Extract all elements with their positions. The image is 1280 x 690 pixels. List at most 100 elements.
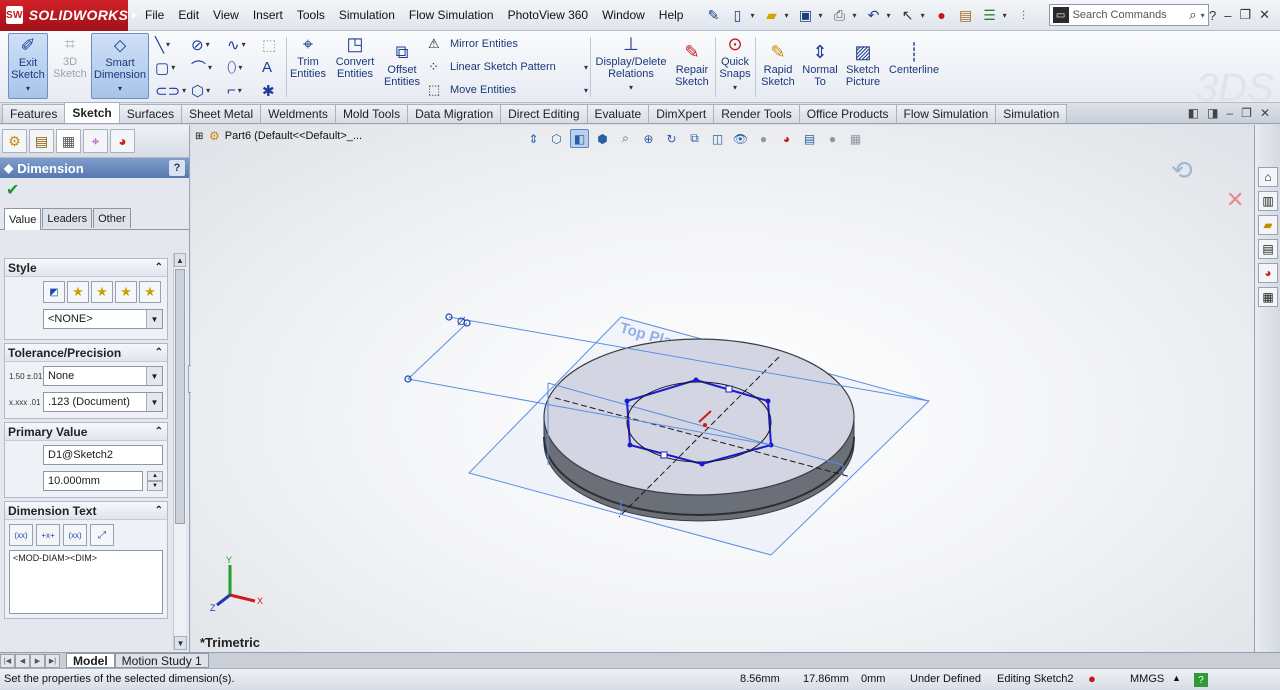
apply-default-style-icon[interactable]: ◩ bbox=[43, 281, 65, 303]
tab-weldments[interactable]: Weldments bbox=[260, 104, 336, 123]
first-tab-icon[interactable]: |◀ bbox=[0, 653, 15, 668]
polygon-tool-icon[interactable]: ⬡ ▾ bbox=[191, 80, 227, 101]
precision-select[interactable]: .123 (Document) ▼ bbox=[43, 392, 163, 412]
exit-sketch-dropdown-icon[interactable]: ▾ bbox=[26, 83, 30, 95]
ok-check-button[interactable]: ✔ bbox=[0, 178, 189, 202]
doc-minimize-icon[interactable]: – bbox=[1226, 106, 1233, 120]
undo-dropdown-icon[interactable]: ▾ bbox=[887, 11, 891, 20]
menu-help[interactable]: Help bbox=[652, 8, 691, 22]
point-tool-icon[interactable]: ✱ bbox=[262, 80, 286, 101]
pm-help-button[interactable]: ? bbox=[169, 160, 185, 176]
tab-dimxpert[interactable]: DimXpert bbox=[648, 104, 715, 123]
mirror-entities-button[interactable]: ⚠ Mirror Entities bbox=[428, 33, 518, 55]
circle-tool-icon[interactable]: ⊘ ▾ bbox=[191, 34, 227, 55]
help-question-icon[interactable]: ? bbox=[1209, 8, 1216, 23]
next-tab-icon[interactable]: ▶ bbox=[30, 653, 45, 668]
tab-sheet-metal[interactable]: Sheet Metal bbox=[181, 104, 262, 123]
tab-render-tools[interactable]: Render Tools bbox=[713, 104, 800, 123]
minimize-icon[interactable]: – bbox=[1224, 8, 1231, 23]
tab-motion-study[interactable]: Motion Study 1 bbox=[114, 653, 209, 668]
save-dropdown-icon[interactable]: ▾ bbox=[819, 11, 823, 20]
value-spinner[interactable]: ▲ ▼ bbox=[147, 471, 163, 491]
delete-style-icon[interactable]: ★ bbox=[91, 281, 113, 303]
quick-snaps-button[interactable]: ⊙ Quick Snaps ▾ bbox=[718, 33, 752, 99]
tab-evaluate[interactable]: Evaluate bbox=[586, 104, 650, 123]
tab-office-products[interactable]: Office Products bbox=[798, 104, 897, 123]
print-dropdown-icon[interactable]: ▾ bbox=[853, 11, 857, 20]
line-tool-icon[interactable]: ╲ ▾ bbox=[155, 34, 191, 55]
spin-up-icon[interactable]: ▲ bbox=[147, 471, 163, 481]
open-dropdown-icon[interactable]: ▾ bbox=[785, 11, 789, 20]
restore-icon[interactable]: ❐ bbox=[1239, 7, 1251, 23]
tab-other[interactable]: Other bbox=[93, 208, 131, 228]
new-dropdown-icon[interactable]: ▾ bbox=[750, 11, 754, 20]
scroll-up-icon[interactable]: ▲ bbox=[174, 253, 186, 267]
tab-features[interactable]: Features bbox=[2, 104, 66, 123]
menu-edit[interactable]: Edit bbox=[171, 8, 206, 22]
custom-properties-icon[interactable]: ▦ bbox=[1258, 287, 1278, 307]
menu-window[interactable]: Window bbox=[595, 8, 652, 22]
panel-scrollbar[interactable]: ▲ ▼ bbox=[173, 253, 187, 650]
file-properties-icon[interactable]: ▤ bbox=[955, 4, 977, 26]
tolerance-header[interactable]: Tolerance/Precision ⌃ bbox=[5, 344, 167, 362]
last-tab-icon[interactable]: ▶| bbox=[45, 653, 60, 668]
relations-dropdown-icon[interactable]: ▾ bbox=[629, 82, 633, 94]
menu-flow-simulation[interactable]: Flow Simulation bbox=[402, 8, 501, 22]
new-document-icon[interactable]: ▯ bbox=[726, 4, 748, 26]
doc-close-icon[interactable]: ✕ bbox=[1260, 106, 1270, 120]
open-folder-icon[interactable]: ▰ bbox=[761, 4, 783, 26]
feature-manager-tab-icon[interactable]: ⚙ bbox=[2, 129, 27, 153]
load-style-icon[interactable]: ★ bbox=[139, 281, 161, 303]
rebuild-status-icon[interactable]: ● bbox=[1088, 671, 1096, 686]
construction-geometry-icon[interactable]: ⬚ bbox=[262, 34, 286, 55]
solidworks-resources-icon[interactable]: ⌂ bbox=[1258, 167, 1278, 187]
dimension-value-field[interactable]: 10.000mm bbox=[43, 471, 143, 491]
dimension-text-area[interactable]: <MOD-DIAM><DIM> bbox=[9, 550, 163, 614]
select-dropdown-icon[interactable]: ▾ bbox=[921, 11, 925, 20]
style-select[interactable]: <NONE> ▼ bbox=[43, 309, 163, 329]
logo-flyout-arrow-icon[interactable]: ▸ bbox=[132, 10, 137, 21]
smart-dimension-dropdown-icon[interactable]: ▾ bbox=[118, 83, 122, 95]
file-explorer-icon[interactable]: ▰ bbox=[1258, 215, 1278, 235]
scroll-down-icon[interactable]: ▼ bbox=[174, 636, 187, 650]
tab-data-migration[interactable]: Data Migration bbox=[407, 104, 502, 123]
menu-tools[interactable]: Tools bbox=[290, 8, 332, 22]
save-style-icon[interactable]: ★ bbox=[115, 281, 137, 303]
tab-flow-simulation[interactable]: Flow Simulation bbox=[895, 104, 997, 123]
tab-simulation[interactable]: Simulation bbox=[995, 104, 1068, 123]
collapse-icon[interactable]: ⌃ bbox=[155, 347, 163, 358]
inspection-dimension-button[interactable]: (xx) bbox=[63, 524, 87, 546]
repair-sketch-button[interactable]: ✎ Repair Sketch bbox=[672, 33, 712, 99]
menu-simulation[interactable]: Simulation bbox=[332, 8, 402, 22]
tab-model[interactable]: Model bbox=[66, 653, 115, 668]
units-dropdown-icon[interactable]: ▲ bbox=[1172, 673, 1181, 683]
appearances-icon[interactable]: ◕ bbox=[1258, 263, 1278, 283]
rebuild-traffic-light-icon[interactable]: ● bbox=[931, 4, 953, 26]
exit-sketch-button[interactable]: ✐ Exit Sketch ▾ bbox=[8, 33, 48, 99]
linear-sketch-pattern-button[interactable]: ⁘ Linear Sketch Pattern ▾ bbox=[428, 56, 588, 78]
add-style-icon[interactable]: ★ bbox=[67, 281, 89, 303]
tile-right-icon[interactable]: ◨ bbox=[1207, 106, 1218, 120]
linear-pattern-dropdown-icon[interactable]: ▾ bbox=[584, 63, 588, 72]
doc-restore-icon[interactable]: ❐ bbox=[1241, 106, 1252, 120]
collapse-icon[interactable]: ⌃ bbox=[155, 262, 163, 273]
convert-entities-button[interactable]: ◳ Convert Entities bbox=[332, 33, 378, 99]
offset-text-button[interactable]: ⤢ bbox=[90, 524, 114, 546]
midpoint-handle[interactable] bbox=[725, 385, 733, 393]
parentheses-button[interactable]: (xx) bbox=[9, 524, 33, 546]
style-header[interactable]: Style ⌃ bbox=[5, 259, 167, 277]
undo-icon[interactable]: ↶ bbox=[863, 4, 885, 26]
quick-tips-icon[interactable]: ? bbox=[1194, 673, 1208, 687]
tab-mold-tools[interactable]: Mold Tools bbox=[334, 104, 409, 123]
dimension-line[interactable] bbox=[407, 322, 468, 380]
spline-tool-icon[interactable]: ∿ ▾ bbox=[227, 34, 263, 55]
configuration-manager-tab-icon[interactable]: ▦ bbox=[56, 129, 81, 153]
dimension-value-text[interactable]: Ø bbox=[457, 316, 466, 328]
prev-tab-icon[interactable]: ◀ bbox=[15, 653, 30, 668]
unit-system[interactable]: MMGS bbox=[1130, 673, 1164, 685]
disk-top-face[interactable] bbox=[543, 338, 855, 496]
sketch-picture-button[interactable]: ▨ Sketch Picture bbox=[843, 33, 883, 99]
quick-snaps-dropdown-icon[interactable]: ▾ bbox=[733, 82, 737, 94]
trim-entities-button[interactable]: ⌖ Trim Entities bbox=[290, 33, 326, 99]
smart-dimension-button[interactable]: ⬦ Smart Dimension ▾ bbox=[91, 33, 149, 99]
